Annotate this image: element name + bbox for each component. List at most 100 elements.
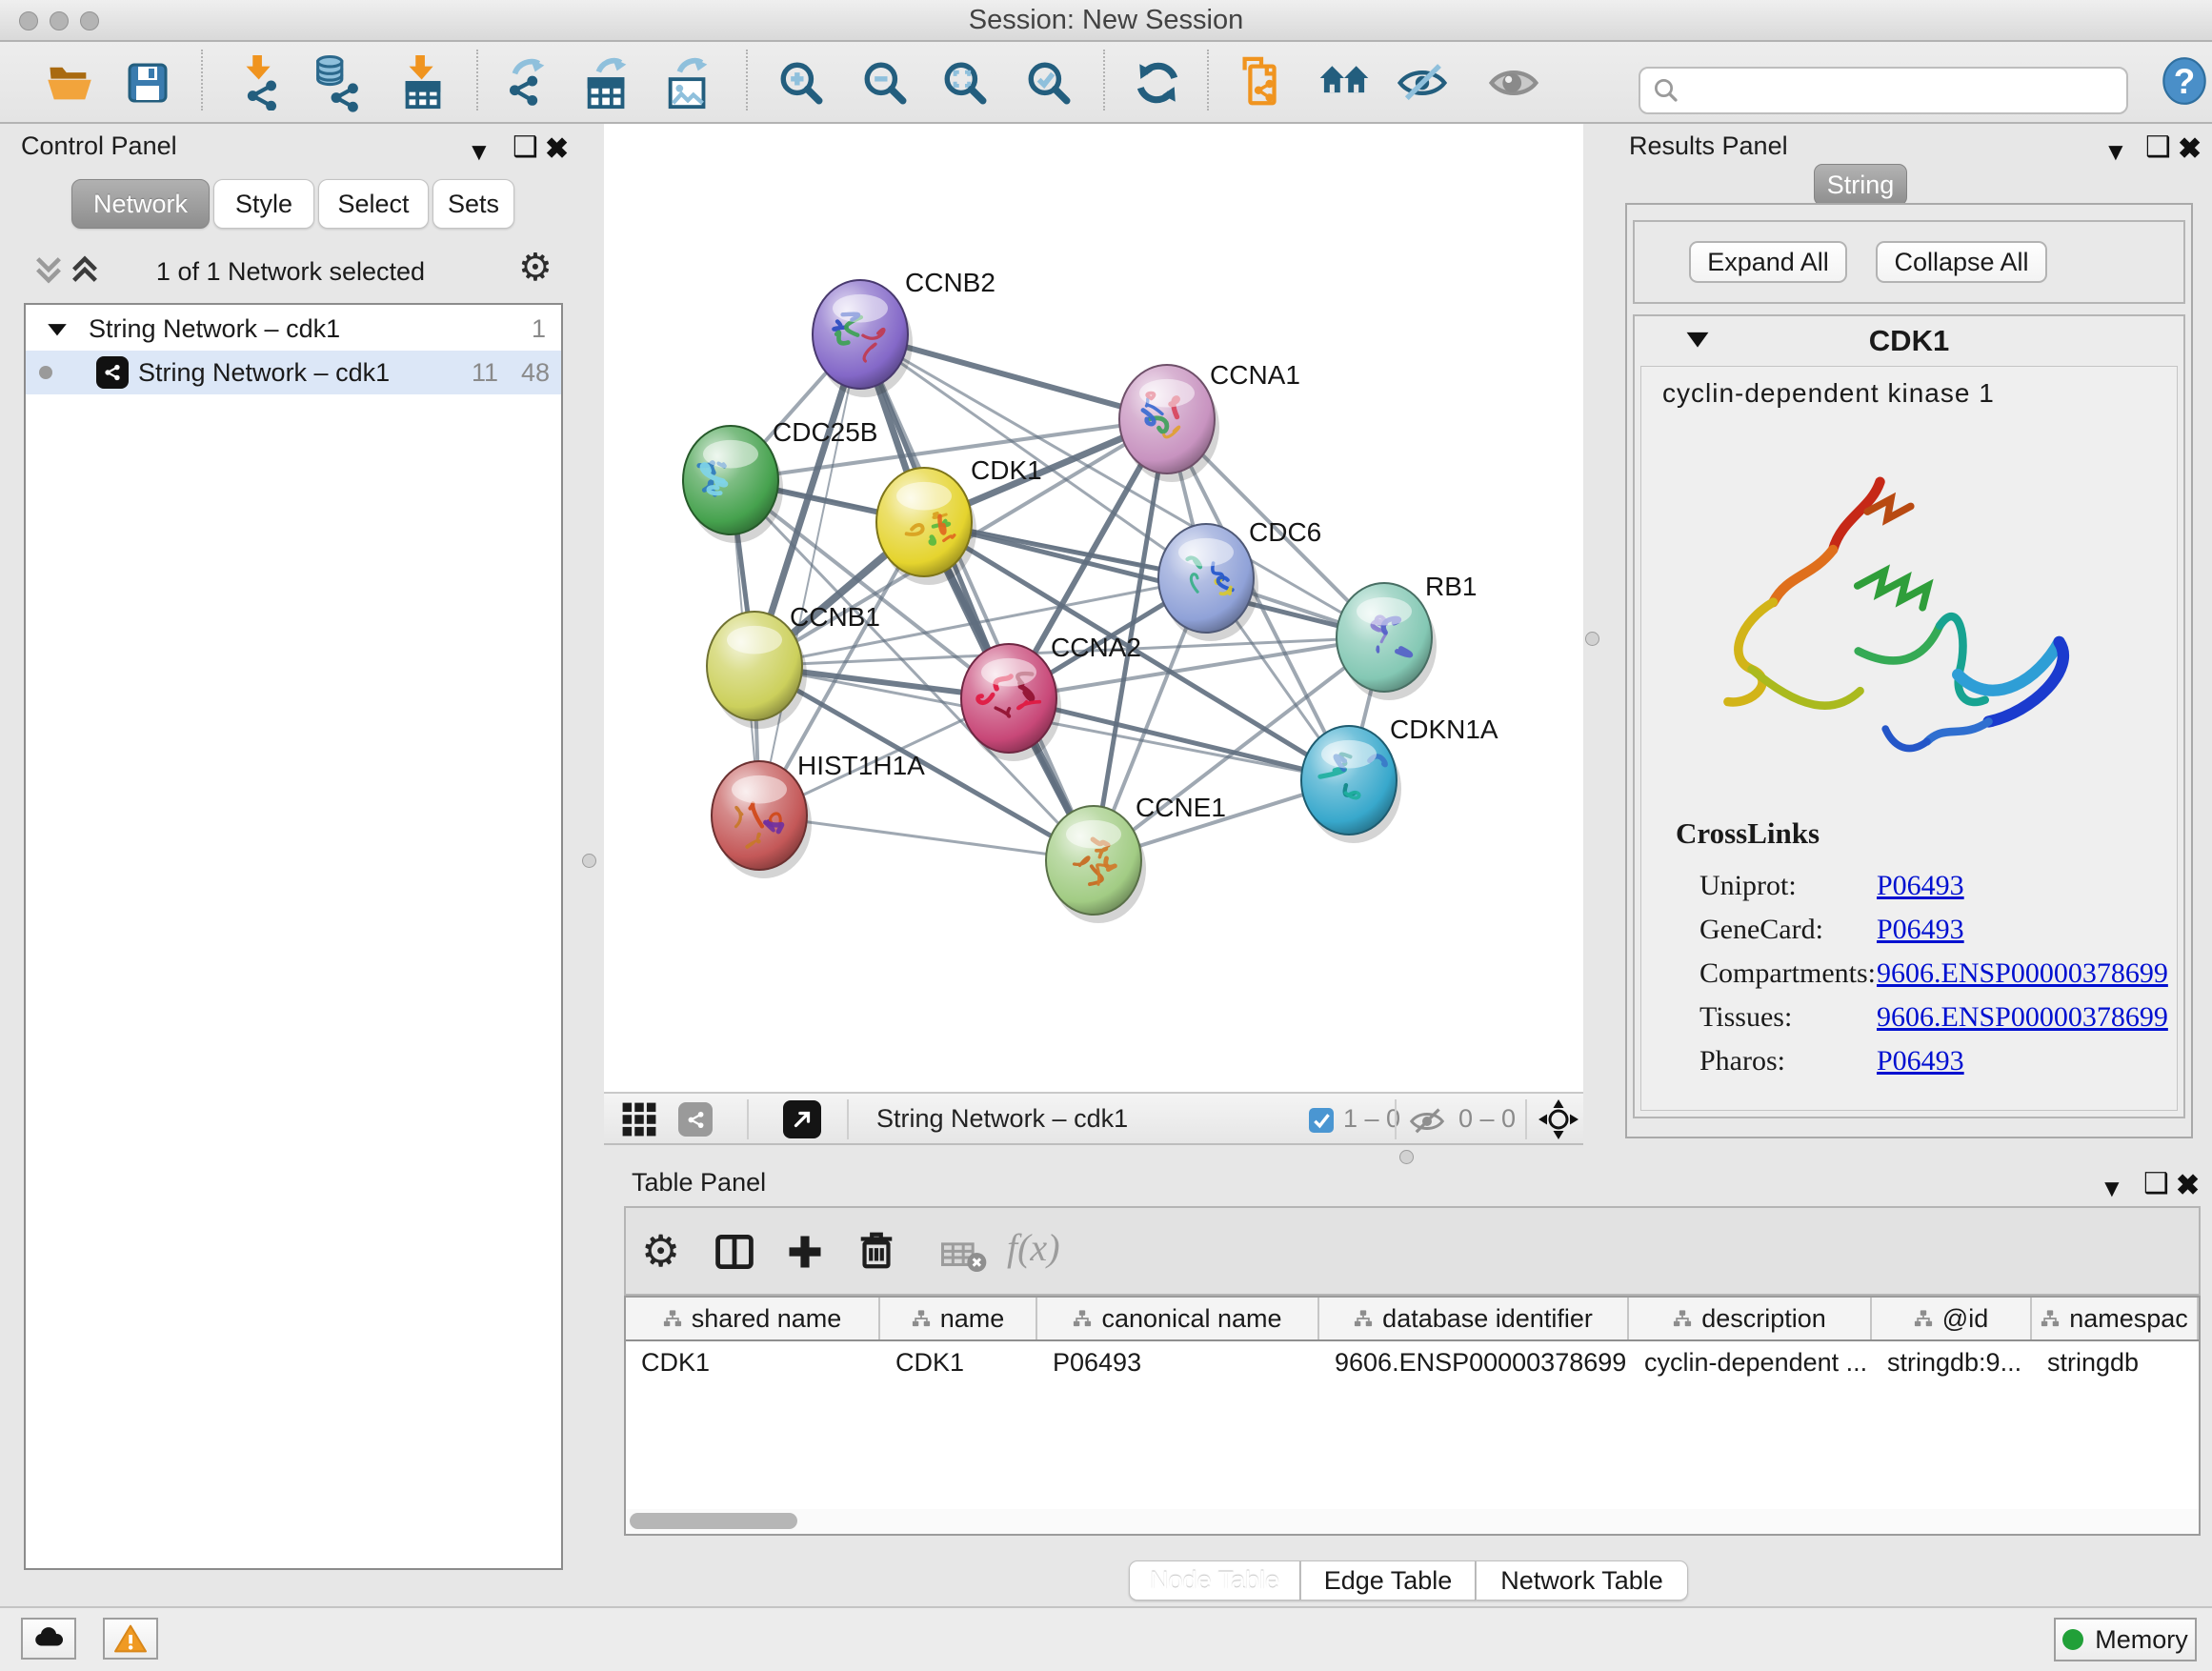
network-row-selected[interactable]: String Network – cdk1 11 48 [26,351,561,394]
column-header-namespac[interactable]: namespac [2032,1298,2199,1339]
cell-description[interactable]: cyclin-dependent ... [1629,1341,1872,1383]
collapse-all-icon[interactable] [32,253,65,291]
cloud-status-button[interactable] [21,1618,76,1660]
import-table-from-file-icon[interactable] [397,56,449,110]
table-gear-icon[interactable]: ⚙ [641,1225,680,1277]
results-actions-box: Expand All Collapse All [1633,220,2185,304]
zoom-fit-icon[interactable] [939,56,991,110]
application-window: Session: New Session [0,0,2212,1671]
delete-table-icon[interactable] [940,1238,988,1281]
zoom-selected-icon[interactable] [1023,56,1075,110]
open-session-icon[interactable] [44,56,95,110]
table-row[interactable]: CDK1CDK1P064939606.ENSP00000378699cyclin… [626,1341,2199,1383]
tab-style[interactable]: Style [213,179,314,229]
network-collection-row[interactable]: String Network – cdk1 1 [26,307,561,351]
show-columns-icon[interactable] [714,1231,755,1278]
control-panel-close-icon[interactable]: ✖ [545,135,569,164]
help-icon[interactable]: ? [2159,54,2210,108]
table-panel-close-icon[interactable]: ✖ [2176,1172,2200,1200]
function-builder-icon[interactable]: f(x) [1007,1225,1060,1270]
save-session-icon[interactable] [122,56,173,110]
horizontal-scrollbar[interactable] [626,1509,2199,1534]
results-panel-float-icon[interactable]: ❑ [2145,133,2171,162]
results-tab-string[interactable]: String [1814,164,1907,206]
crosslink-genecard-link[interactable]: P06493 [1877,914,1964,946]
export-image-icon[interactable] [663,56,714,110]
tab-network-table[interactable]: Network Table [1476,1560,1688,1601]
show-graphics-details-icon[interactable] [1488,56,1539,110]
cell-database-identifier[interactable]: 9606.ENSP00000378699 [1319,1341,1629,1383]
add-column-icon[interactable] [784,1231,826,1278]
delete-column-trash-icon[interactable] [855,1229,898,1278]
export-network-icon[interactable] [500,56,552,110]
network-badge-icon[interactable] [678,1102,713,1137]
collapse-all-button[interactable]: Collapse All [1876,241,2047,283]
crosslink-tissues-link[interactable]: 9606.ENSP00000378699 [1877,1001,2168,1034]
cell-namespac[interactable]: stringdb [2032,1341,2199,1383]
hidden-eye-icon[interactable] [1409,1107,1445,1140]
cloud-icon [30,1624,68,1653]
hide-selected-icon[interactable] [1397,56,1448,110]
warnings-button[interactable] [103,1618,158,1660]
column-header-shared-name[interactable]: shared name [626,1298,880,1339]
section-title[interactable]: CDK1 [1635,324,2183,358]
network-canvas[interactable]: CCNB2CCNA1CDC25BCDK1CDC6RB1CCNB1CCNA2CDK… [604,124,1583,1092]
first-neighbors-icon[interactable] [1318,56,1370,110]
results-panel-collapse-icon[interactable]: ▼ [2103,137,2128,166]
tab-edge-table[interactable]: Edge Table [1300,1560,1476,1601]
search-input[interactable] [1680,70,2126,111]
crosslink-compartments-link[interactable]: 9606.ENSP00000378699 [1877,957,2168,990]
tab-node-table[interactable]: Node Table [1129,1560,1300,1601]
crosslink-uniprot-link[interactable]: P06493 [1877,870,1964,902]
column-header-name[interactable]: name [880,1298,1037,1339]
import-network-from-database-icon[interactable] [311,56,362,110]
selected-checkbox-icon[interactable] [1309,1108,1334,1133]
column-header-description[interactable]: description [1629,1298,1872,1339]
new-network-from-selection-icon[interactable] [1236,56,1287,110]
tab-network[interactable]: Network [71,179,210,229]
separator [747,1099,749,1139]
apply-preferred-layout-icon[interactable] [1132,56,1183,110]
tab-select[interactable]: Select [318,179,429,229]
expand-all-button[interactable]: Expand All [1689,241,1847,283]
node-table: shared namenamecanonical namedatabase id… [624,1296,2201,1536]
network-options-gear-icon[interactable]: ⚙ [518,246,553,290]
results-panel-close-icon[interactable]: ✖ [2178,135,2202,164]
cell-name[interactable]: CDK1 [880,1341,1037,1383]
cell--id[interactable]: stringdb:9... [1872,1341,2032,1383]
network-edge[interactable] [759,334,860,815]
separator [847,1099,849,1139]
control-panel-float-icon[interactable]: ❑ [513,133,538,162]
control-panel-collapse-icon[interactable]: ▼ [467,137,492,166]
collection-count: 1 [532,307,546,351]
detach-view-icon[interactable] [783,1100,821,1138]
crosslink-pharos-link[interactable]: P06493 [1877,1045,1964,1077]
node-label: RB1 [1425,572,1477,601]
memory-button[interactable]: Memory [2054,1618,2197,1661]
table-panel-collapse-icon[interactable]: ▼ [2100,1174,2124,1202]
splitter-handle[interactable] [582,854,596,868]
table-panel-float-icon[interactable]: ❑ [2143,1170,2169,1198]
export-table-icon[interactable] [582,56,633,110]
splitter-handle[interactable] [1399,1150,1414,1164]
column-header--id[interactable]: @id [1872,1298,2032,1339]
import-network-from-file-icon[interactable] [234,56,286,110]
zoom-out-icon[interactable] [859,56,911,110]
cell-shared-name[interactable]: CDK1 [626,1341,880,1383]
tab-sets[interactable]: Sets [432,179,514,229]
zoom-in-icon[interactable] [775,56,827,110]
grid-view-icon[interactable] [621,1101,657,1142]
birds-eye-navigator-icon[interactable] [1538,1098,1579,1145]
table-toolbar: ⚙ f(x) [624,1206,2201,1296]
column-header-database-identifier[interactable]: database identifier [1319,1298,1629,1339]
column-header-canonical-name[interactable]: canonical name [1037,1298,1319,1339]
scrollbar-thumb[interactable] [630,1513,797,1529]
crosslink-label: Pharos: [1699,1045,1785,1077]
crosslink-label: Compartments: [1699,957,1876,990]
network-edge[interactable] [860,334,1094,860]
cell-canonical-name[interactable]: P06493 [1037,1341,1319,1383]
network-edges [731,334,1384,860]
splitter-handle[interactable] [1585,632,1599,646]
section-content: cyclin-dependent kinase 1 CrossLinks [1640,366,2178,1111]
network-edge-count: 48 [521,351,550,394]
